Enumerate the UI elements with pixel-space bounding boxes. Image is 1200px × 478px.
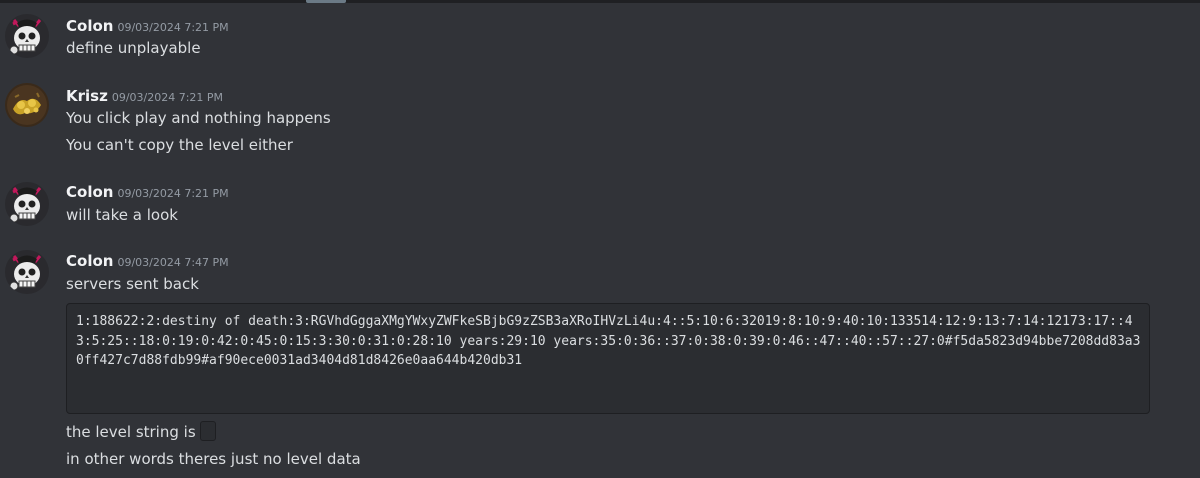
gold-coins-avatar-icon[interactable] [5, 83, 49, 127]
timestamp: 09/03/2024 7:21 PM [117, 187, 229, 200]
inline-code-empty [199, 421, 216, 441]
timestamp: 09/03/2024 7:21 PM [117, 21, 229, 34]
message-text: You click play and nothing happens [66, 109, 331, 127]
level-data-code: 1:188622:2:destiny of death:3:RGVhdGggaX… [76, 314, 1141, 368]
message-list: Colon 09/03/2024 7:21 PM define unplayabl… [0, 0, 1200, 478]
message-text: will take a look [66, 206, 178, 224]
skull-avatar-icon[interactable] [5, 14, 49, 58]
skull-avatar-icon[interactable] [5, 182, 49, 226]
message-text: You can't copy the level either [66, 136, 293, 154]
username[interactable]: Colon [66, 183, 113, 201]
username[interactable]: Colon [66, 252, 113, 270]
skull-avatar-icon[interactable] [5, 250, 49, 294]
message-text: the level string is [66, 421, 216, 441]
message-text: servers sent back [66, 275, 199, 293]
message-text: define unplayable [66, 39, 201, 57]
message-text-segment: the level string is [66, 423, 196, 441]
username[interactable]: Colon [66, 17, 113, 35]
code-block[interactable]: 1:188622:2:destiny of death:3:RGVhdGggaX… [66, 303, 1150, 414]
username[interactable]: Krisz [66, 87, 108, 105]
message-text: in other words theres just no level data [66, 450, 361, 468]
timestamp: 09/03/2024 7:47 PM [117, 256, 229, 269]
timestamp: 09/03/2024 7:21 PM [111, 91, 224, 104]
